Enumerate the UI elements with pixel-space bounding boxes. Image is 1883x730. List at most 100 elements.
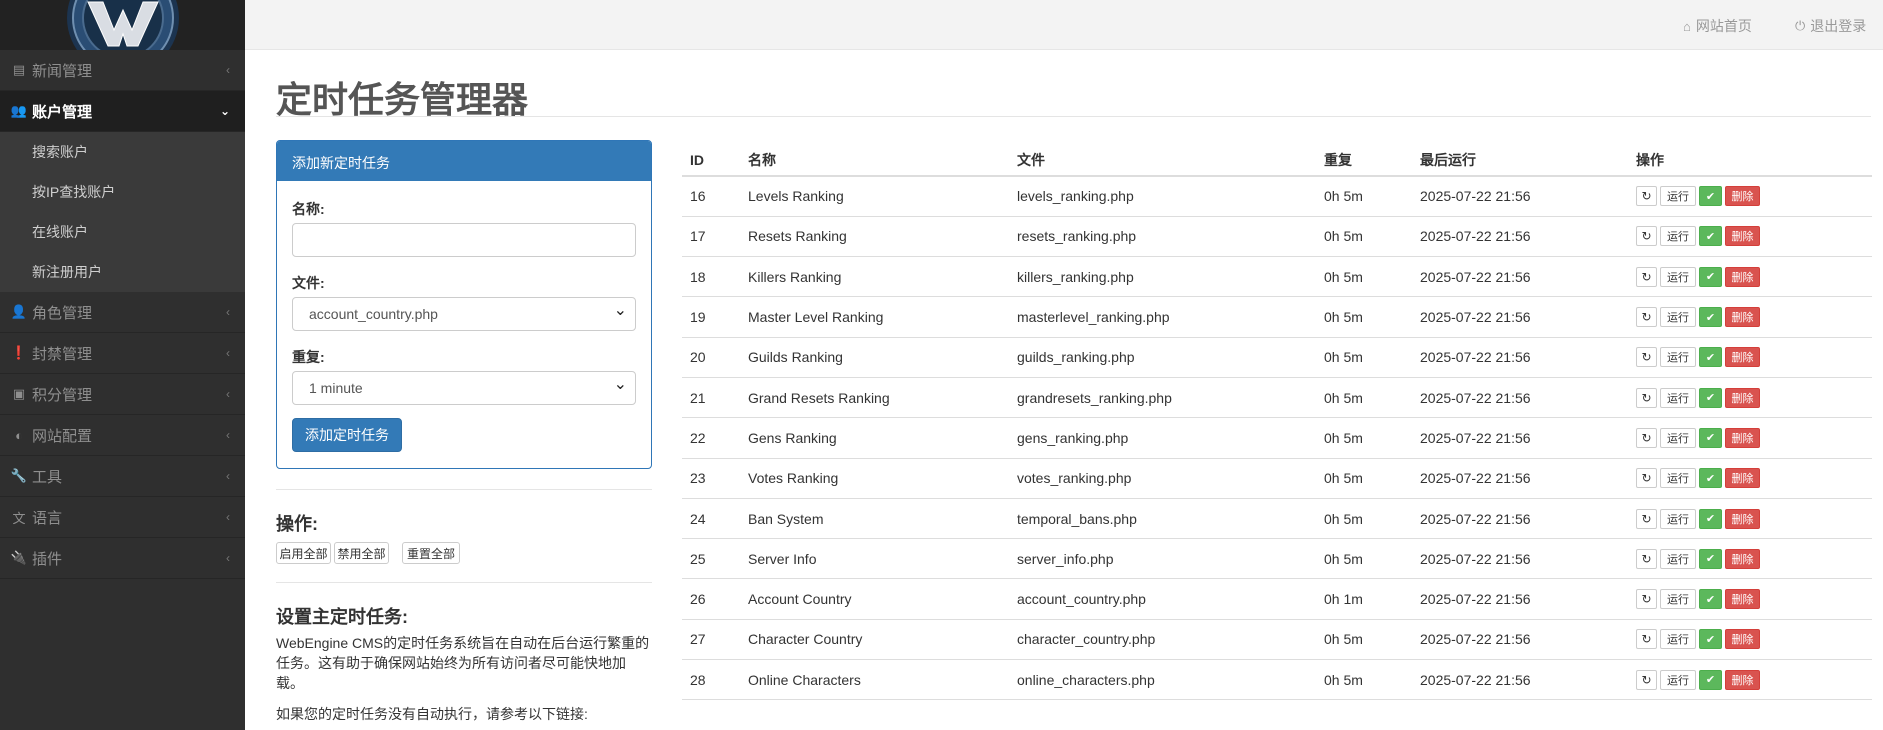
run-button[interactable]: 运行 [1660, 629, 1696, 650]
sidebar-item[interactable]: ◐ 网站配置 ‹ [0, 415, 245, 456]
delete-button[interactable]: 删除 [1725, 589, 1760, 610]
delete-button[interactable]: 删除 [1725, 669, 1760, 690]
refresh-button[interactable]: ↻ [1636, 589, 1657, 610]
setup-description: WebEngine CMS的定时任务系统旨在自动在后台运行繁重的任务。这有助于确… [276, 635, 650, 691]
run-button[interactable]: 运行 [1660, 669, 1696, 690]
sidebar-subitem[interactable]: 搜索账户 [0, 132, 245, 172]
refresh-button[interactable]: ↻ [1636, 266, 1657, 287]
check-toggle-button[interactable]: ✔ [1699, 548, 1722, 569]
chevron-left-icon: ‹ [226, 510, 230, 524]
refresh-button[interactable]: ↻ [1636, 226, 1657, 247]
sidebar-subitem[interactable]: 按IP查找账户 [0, 172, 245, 212]
sidebar-item[interactable]: 🔌 插件 ‹ [0, 538, 245, 579]
sidebar-item[interactable]: 👥 账户管理 ⌄ [0, 91, 245, 132]
cell-actions: ↻ 运行 ✔ 删除 [1628, 176, 1872, 217]
cell-actions: ↻ 运行 ✔ 删除 [1628, 619, 1872, 661]
enable-all-button[interactable]: 启用全部 [276, 542, 331, 564]
check-toggle-button[interactable]: ✔ [1699, 589, 1722, 610]
reset-all-button[interactable]: 重置全部 [402, 542, 460, 564]
run-button[interactable]: 运行 [1660, 548, 1696, 569]
delete-button[interactable]: 删除 [1725, 548, 1760, 569]
delete-button[interactable]: 删除 [1725, 468, 1760, 489]
cell-name: Guilds Ranking [740, 337, 1009, 378]
home-link-label: 网站首页 [1695, 18, 1752, 34]
run-button[interactable]: 运行 [1660, 468, 1696, 489]
delete-button[interactable]: 删除 [1725, 226, 1760, 247]
delete-button[interactable]: 删除 [1725, 266, 1760, 287]
sidebar-nav: ▤ 新闻管理 ‹ 👥 账户管理 ⌄ 搜索账户 按IP查找账户 在线账户 新注册用户 👤 角色管理 ‹ ❗ 封… [0, 50, 245, 579]
run-button[interactable]: 运行 [1660, 266, 1696, 287]
check-toggle-button[interactable]: ✔ [1699, 669, 1722, 690]
run-button[interactable]: 运行 [1660, 307, 1696, 328]
actions-title: 操作: [276, 514, 318, 534]
add-cron-button[interactable]: 添加定时任务 [292, 418, 402, 452]
cell-file: account_country.php [1009, 578, 1316, 620]
delete-button[interactable]: 删除 [1725, 186, 1760, 207]
refresh-button[interactable]: ↻ [1636, 629, 1657, 650]
refresh-button[interactable]: ↻ [1636, 548, 1657, 569]
check-toggle-button[interactable]: ✔ [1699, 266, 1722, 287]
cell-last-run: 2025-07-22 21:56 [1412, 417, 1628, 459]
delete-button[interactable]: 删除 [1725, 307, 1760, 328]
cell-name: Gens Ranking [740, 417, 1009, 459]
delete-button[interactable]: 删除 [1725, 427, 1760, 448]
cell-id: 26 [682, 578, 740, 620]
refresh-button[interactable]: ↻ [1636, 186, 1657, 207]
check-toggle-button[interactable]: ✔ [1699, 387, 1722, 408]
run-button[interactable]: 运行 [1660, 508, 1696, 529]
run-button[interactable]: 运行 [1660, 347, 1696, 368]
check-toggle-button[interactable]: ✔ [1699, 427, 1722, 448]
refresh-button[interactable]: ↻ [1636, 468, 1657, 489]
cell-file: killers_ranking.php [1009, 256, 1316, 298]
run-button[interactable]: 运行 [1660, 387, 1696, 408]
refresh-button[interactable]: ↻ [1636, 427, 1657, 448]
sidebar-item[interactable]: 🔧 工具 ‹ [0, 456, 245, 497]
refresh-button[interactable]: ↻ [1636, 508, 1657, 529]
sidebar-item[interactable]: ▣ 积分管理 ‹ [0, 374, 245, 415]
sidebar-item[interactable]: 👤 角色管理 ‹ [0, 292, 245, 333]
run-button[interactable]: 运行 [1660, 427, 1696, 448]
name-input[interactable] [292, 223, 636, 257]
delete-button[interactable]: 删除 [1725, 629, 1760, 650]
check-toggle-button[interactable]: ✔ [1699, 307, 1722, 328]
delete-button[interactable]: 删除 [1725, 508, 1760, 529]
cell-id: 17 [682, 216, 740, 258]
repeat-select[interactable]: 1 minute [292, 371, 636, 405]
sidebar-item[interactable]: ▤ 新闻管理 ‹ [0, 50, 245, 91]
chevron-left-icon: ‹ [226, 63, 230, 77]
sidebar-item[interactable]: ❗ 封禁管理 ‹ [0, 333, 245, 374]
check-toggle-button[interactable]: ✔ [1699, 347, 1722, 368]
disable-all-button[interactable]: 禁用全部 [334, 542, 389, 564]
cell-repeat: 0h 5m [1316, 619, 1412, 661]
language-icon: 文 [12, 510, 26, 526]
check-toggle-button[interactable]: ✔ [1699, 468, 1722, 489]
col-id: ID [682, 145, 740, 177]
check-toggle-button[interactable]: ✔ [1699, 186, 1722, 207]
sidebar-subitem[interactable]: 在线账户 [0, 212, 245, 252]
delete-button[interactable]: 删除 [1725, 387, 1760, 408]
run-button[interactable]: 运行 [1660, 186, 1696, 207]
refresh-button[interactable]: ↻ [1636, 307, 1657, 328]
home-link[interactable]: ⌂ 网站首页 [1683, 16, 1752, 36]
cell-file: character_country.php [1009, 619, 1316, 661]
refresh-button[interactable]: ↻ [1636, 347, 1657, 368]
check-toggle-button[interactable]: ✔ [1699, 508, 1722, 529]
run-button[interactable]: 运行 [1660, 226, 1696, 247]
cell-repeat: 0h 5m [1316, 498, 1412, 540]
delete-button[interactable]: 删除 [1725, 347, 1760, 368]
file-select[interactable]: account_country.php [292, 297, 636, 331]
col-file: 文件 [1009, 145, 1316, 177]
refresh-button[interactable]: ↻ [1636, 387, 1657, 408]
logout-link[interactable]: ⏻ 退出登录 [1795, 16, 1866, 36]
sidebar-subitem[interactable]: 新注册用户 [0, 252, 245, 292]
repeat-label: 重复: [292, 349, 325, 365]
check-toggle-button[interactable]: ✔ [1699, 629, 1722, 650]
run-button[interactable]: 运行 [1660, 589, 1696, 610]
cell-last-run: 2025-07-22 21:56 [1412, 498, 1628, 540]
cell-id: 23 [682, 458, 740, 499]
sidebar-item-label: 语言 [32, 509, 63, 527]
sidebar-item[interactable]: 文语言 ‹ [0, 497, 245, 538]
check-toggle-button[interactable]: ✔ [1699, 226, 1722, 247]
refresh-button[interactable]: ↻ [1636, 669, 1657, 690]
cell-repeat: 0h 5m [1316, 538, 1412, 580]
